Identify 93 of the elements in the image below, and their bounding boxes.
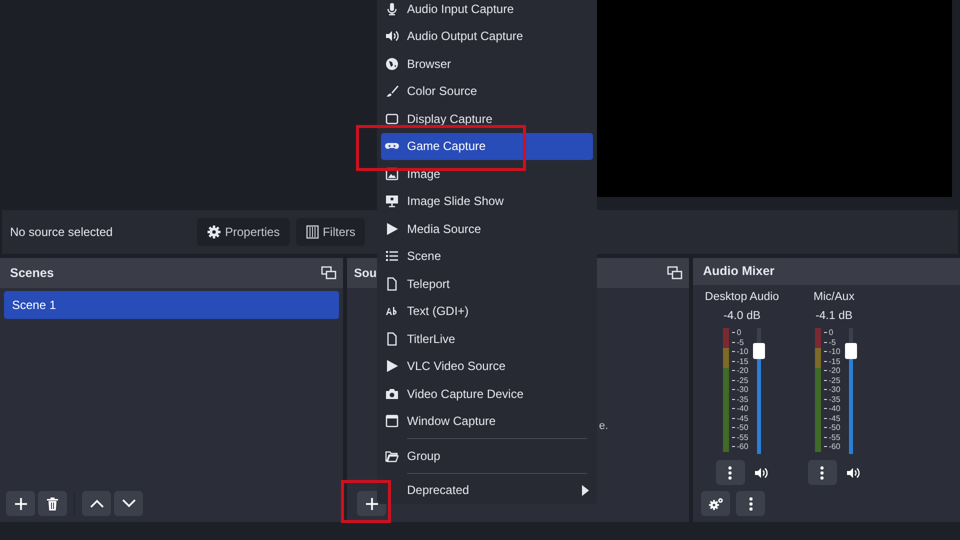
plus-icon (364, 496, 378, 510)
camera-icon (385, 386, 399, 401)
menu-item[interactable]: Game Capture (381, 132, 593, 160)
scale-label: -20 (732, 366, 748, 376)
slider-thumb[interactable] (845, 342, 858, 359)
more-icon (820, 466, 824, 480)
filters-button[interactable]: Filters (296, 218, 366, 246)
slideshow-icon (385, 194, 399, 208)
play-icon (385, 359, 399, 374)
document-icon (385, 332, 399, 346)
source-status: No source selected (10, 224, 114, 241)
scale-label: -40 (732, 404, 748, 414)
brush-icon (385, 84, 399, 98)
microphone-icon (385, 2, 399, 16)
undock-icon[interactable] (667, 266, 683, 280)
scale-label: -30 (732, 385, 748, 394)
undock-icon[interactable] (321, 266, 337, 280)
highlight-frame (341, 480, 391, 523)
scale-label: -25 (824, 376, 840, 385)
scale-label: -10 (732, 347, 748, 356)
add-button[interactable] (6, 491, 35, 516)
more-icon (728, 466, 732, 480)
plus-icon (14, 496, 28, 510)
scale-label: -50 (824, 423, 840, 432)
scale-label: -25 (732, 376, 748, 385)
speaker-icon (385, 29, 399, 44)
move-down-button[interactable] (114, 491, 143, 516)
mixer-menu-button[interactable] (736, 491, 765, 516)
menu-item[interactable]: Color Source (381, 78, 593, 105)
chevron-down-icon (122, 499, 136, 508)
panel-title: Audio Mixer (703, 262, 775, 280)
volume-reading: -4.0 dB (723, 308, 761, 324)
menu-item[interactable]: Scene (381, 242, 593, 270)
chevron-up-icon (90, 499, 104, 508)
scale-label: -60 (824, 442, 840, 452)
list-icon (385, 249, 399, 264)
scale-label: -55 (732, 432, 748, 442)
menu-item[interactable]: Group (381, 442, 593, 470)
menu-item[interactable]: Display Capture (381, 105, 593, 132)
channel-menu-button[interactable] (808, 460, 836, 485)
scale-label: -10 (824, 347, 840, 356)
menu-item[interactable]: Audio Input Capture (381, 0, 593, 22)
settings-button[interactable] (701, 491, 730, 516)
speaker-icon[interactable] (752, 466, 768, 480)
scene-item[interactable]: Scene 1 (4, 291, 339, 319)
menu-item[interactable]: Window Capture (381, 408, 593, 435)
scale-label: -35 (824, 394, 840, 404)
panel-title: Sou (354, 265, 377, 282)
menu-item[interactable]: VLC Video Source (381, 352, 593, 380)
slider-thumb[interactable] (753, 342, 766, 359)
menu-item[interactable]: Media Source (381, 215, 593, 242)
monitor-icon (385, 112, 399, 126)
menu-item[interactable]: Browser (381, 50, 593, 78)
scale-label: -20 (824, 366, 840, 376)
submenu-item[interactable]: Deprecated (381, 476, 593, 504)
channel-name: Desktop Audio (704, 290, 780, 304)
scale-label: -45 (732, 414, 748, 423)
move-up-button[interactable] (82, 491, 111, 516)
play-icon (385, 222, 399, 236)
menu-item[interactable]: Video Capture Device (381, 380, 593, 408)
menu-item[interactable]: TitlerLive (381, 325, 593, 352)
scale-label: -50 (732, 423, 748, 432)
gears-icon (708, 496, 724, 510)
scale-label: -55 (824, 432, 840, 442)
gear-icon (207, 225, 221, 239)
window-icon (385, 414, 399, 428)
more-icon (748, 496, 752, 510)
trash-icon (46, 496, 59, 510)
channel-menu-button[interactable] (716, 460, 744, 485)
menu-item[interactable]: Image (381, 160, 593, 188)
hint-text: e. (599, 419, 608, 434)
scale-label: -60 (732, 442, 748, 452)
submenu-arrow-icon (582, 484, 589, 496)
menu-item[interactable]: Audio Output Capture (381, 22, 593, 50)
speaker-icon[interactable] (844, 466, 860, 480)
scale-label: -15 (824, 356, 840, 366)
scale-label: -15 (732, 356, 748, 366)
remove-button[interactable] (38, 491, 67, 516)
globe-icon (385, 56, 399, 71)
volume-reading: -4.1 dB (815, 308, 853, 324)
folder-icon (385, 448, 399, 463)
filter-icon (306, 225, 319, 239)
channel-name: Mic/Aux (814, 290, 854, 304)
scale-label: -30 (824, 385, 840, 394)
scale-label: -35 (732, 394, 748, 404)
menu-item[interactable]: Image Slide Show (381, 188, 593, 215)
scale-label: -45 (824, 414, 840, 423)
properties-button[interactable]: Properties (197, 218, 290, 246)
menu-item[interactable]: Text (GDI+) (381, 298, 593, 325)
menu-item[interactable]: Teleport (381, 270, 593, 298)
panel-title: Scenes (10, 264, 54, 282)
document-icon (385, 276, 399, 291)
scale-label: -40 (824, 404, 840, 414)
